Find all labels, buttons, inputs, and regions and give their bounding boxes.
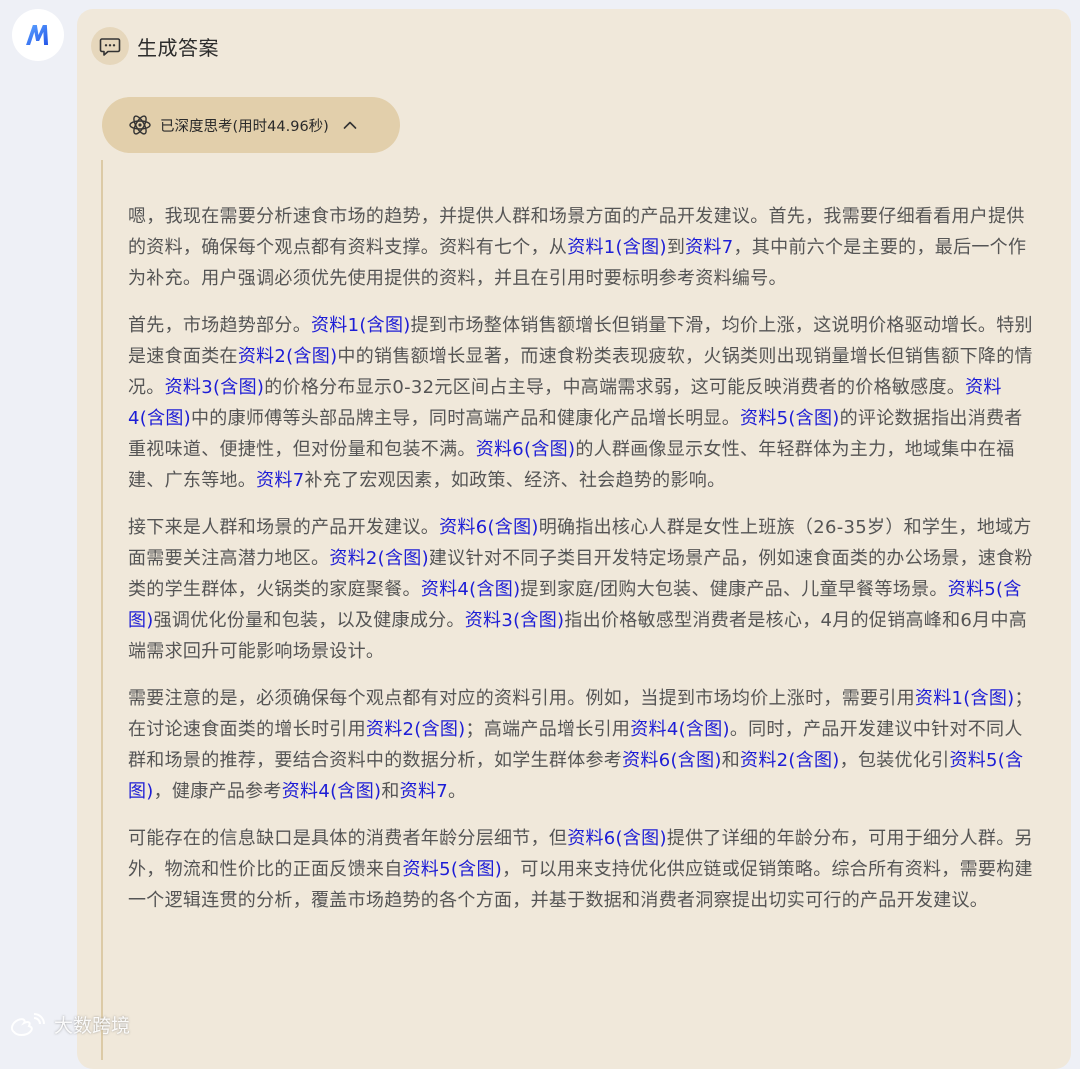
thinking-paragraph: 嗯，我现在需要分析速食市场的趋势，并提供人群和场景方面的产品开发建议。首先，我需… xyxy=(128,201,1034,294)
chevron-up-icon xyxy=(343,121,357,129)
paragraph-text: 和 xyxy=(381,781,400,802)
thinking-paragraph: 可能存在的信息缺口是具体的消费者年龄分层细节，但资料6(含图)提供了详细的年龄分… xyxy=(128,823,1034,916)
assistant-avatar xyxy=(12,9,64,61)
reference-link[interactable]: 资料3(含图) xyxy=(165,377,265,398)
paragraph-text: 和 xyxy=(721,750,741,771)
paragraph-text: ，健康产品参考 xyxy=(153,781,282,802)
watermark: 大数跨境 xyxy=(8,1011,130,1038)
reference-link[interactable]: 资料6(含图) xyxy=(622,750,722,771)
reference-link[interactable]: 资料7 xyxy=(685,237,733,258)
reference-link[interactable]: 资料4(含图) xyxy=(630,719,730,740)
answer-card: 生成答案 已深度思考(用时44.96秒) 嗯，我现在需要分析速食市场的趋势，并提… xyxy=(77,9,1071,1069)
thinking-content: 嗯，我现在需要分析速食市场的趋势，并提供人群和场景方面的产品开发建议。首先，我需… xyxy=(128,201,1034,932)
paragraph-text: 中的康师傅等头部品牌主导，同时高端产品和健康化产品增长明显。 xyxy=(191,408,740,429)
thinking-toggle-button[interactable]: 已深度思考(用时44.96秒) xyxy=(102,97,400,153)
reference-link[interactable]: 资料7 xyxy=(400,781,448,802)
paragraph-text: ；高端产品增长引用 xyxy=(465,719,631,740)
paragraph-text: 强调优化份量和包装，以及健康成分。 xyxy=(153,610,465,631)
reference-link[interactable]: 资料6(含图) xyxy=(476,439,576,460)
thinking-paragraph: 首先，市场趋势部分。资料1(含图)提到市场整体销售额增长但销量下滑，均价上涨，这… xyxy=(128,310,1034,496)
paragraph-text: 到 xyxy=(666,237,686,258)
thinking-paragraph: 需要注意的是，必须确保每个观点都有对应的资料引用。例如，当提到市场均价上涨时，需… xyxy=(128,683,1034,807)
paragraph-text: 需要注意的是，必须确保每个观点都有对应的资料引用。例如，当提到市场均价上涨时，需… xyxy=(128,688,915,709)
reference-link[interactable]: 资料3(含图) xyxy=(465,610,565,631)
answer-header: 生成答案 xyxy=(91,27,219,65)
reference-link[interactable]: 资料4(含图) xyxy=(282,781,382,802)
reference-link[interactable]: 资料2(含图) xyxy=(329,548,429,569)
paragraph-text: 的价格分布显示0-32元区间占主导，中高端需求弱，这可能反映消费者的价格敏感度。 xyxy=(264,377,966,398)
reference-link[interactable]: 资料2(含图) xyxy=(238,346,338,367)
reference-link[interactable]: 资料2(含图) xyxy=(366,719,466,740)
chat-bubble-icon xyxy=(91,27,129,65)
thinking-label: 已深度思考(用时44.96秒) xyxy=(160,118,329,135)
paragraph-text: 首先，市场趋势部分。 xyxy=(128,315,311,336)
answer-title: 生成答案 xyxy=(137,35,219,60)
m-logo-icon xyxy=(26,25,49,45)
paragraph-text: 接下来是人群和场景的产品开发建议。 xyxy=(128,517,440,538)
reference-link[interactable]: 资料2(含图) xyxy=(740,750,840,771)
reference-link[interactable]: 资料1(含图) xyxy=(915,688,1015,709)
paragraph-text: 提到家庭/团购大包装、健康产品、儿童早餐等场景。 xyxy=(520,579,948,600)
paragraph-text: 。 xyxy=(448,781,467,802)
reference-link[interactable]: 资料5(含图) xyxy=(740,408,840,429)
paragraph-text: ，包装优化引 xyxy=(839,750,950,771)
thinking-paragraph: 接下来是人群和场景的产品开发建议。资料6(含图)明确指出核心人群是女性上班族（2… xyxy=(128,512,1034,667)
reference-link[interactable]: 资料1(含图) xyxy=(567,237,667,258)
reference-link[interactable]: 资料6(含图) xyxy=(567,828,667,849)
atom-icon xyxy=(129,115,151,135)
reference-link[interactable]: 资料5(含图) xyxy=(403,859,503,880)
reference-link[interactable]: 资料6(含图) xyxy=(439,517,539,538)
thinking-quote-bar xyxy=(101,160,103,1060)
reference-link[interactable]: 资料4(含图) xyxy=(421,579,521,600)
watermark-text: 大数跨境 xyxy=(54,1015,131,1037)
weibo-logo-icon xyxy=(10,1012,45,1036)
reference-link[interactable]: 资料1(含图) xyxy=(311,315,411,336)
reference-link[interactable]: 资料7 xyxy=(256,470,304,491)
paragraph-text: 可能存在的信息缺口是具体的消费者年龄分层细节，但 xyxy=(128,828,568,849)
paragraph-text: 补充了宏观因素，如政策、经济、社会趋势的影响。 xyxy=(304,470,726,491)
